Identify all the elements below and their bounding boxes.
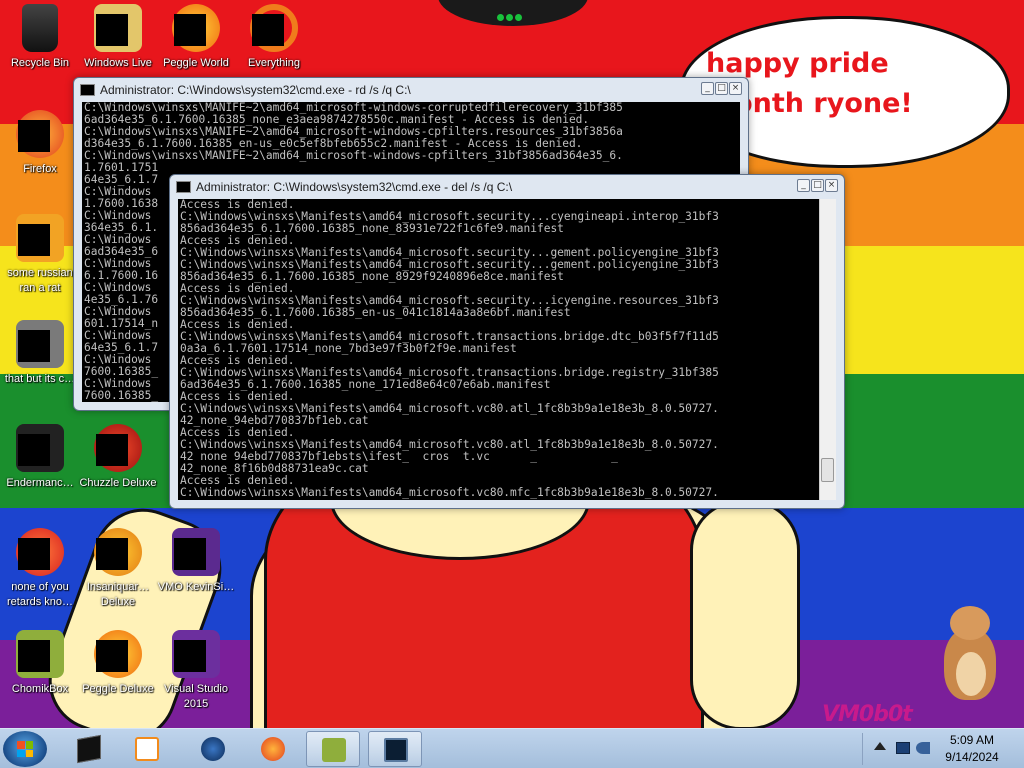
minimize-button[interactable]: _	[797, 179, 810, 192]
desktop-icon-everything[interactable]: Everything	[234, 4, 314, 71]
hamster-icon	[938, 606, 1002, 706]
taskbar-console-button[interactable]	[368, 731, 422, 767]
desktop-icon-vmo-kevinsi[interactable]: VMO KevinSi…	[156, 528, 236, 595]
desktop-icon-label: Visual Studio 2015	[163, 683, 228, 710]
globe-icon	[201, 737, 225, 761]
taskbar-chomikbox-button[interactable]	[306, 731, 360, 767]
desktop-icon-label: Windows Live	[84, 57, 152, 69]
console-window-icon	[384, 738, 408, 762]
desktop-icon-label: some russian ran a rat	[7, 267, 73, 294]
desktop-icon-recycle-bin[interactable]: Recycle Bin	[0, 4, 80, 71]
desktop-icon-windows-live[interactable]: Windows Live	[78, 4, 158, 71]
watermark-text: VM0b0t	[822, 702, 913, 727]
taskbar-cmd-button[interactable]	[62, 731, 116, 767]
desktop-icon-label: none of you retards kno…	[6, 581, 74, 608]
windows-logo-icon	[17, 741, 33, 757]
start-button[interactable]	[3, 731, 47, 767]
minimize-button[interactable]: _	[701, 82, 714, 95]
console-icon	[80, 84, 95, 96]
desktop-icon-none-of-you[interactable]: none of you retards kno…	[0, 528, 80, 610]
desktop-icon-label: ChomikBox	[11, 683, 69, 695]
desktop-icon-peggle-deluxe[interactable]: Peggle Deluxe	[78, 630, 158, 697]
desktop-icon-label: Peggle Deluxe	[82, 683, 154, 695]
desktop-icon-label: Everything	[248, 57, 300, 69]
window-title: Administrator: C:\Windows\system32\cmd.e…	[196, 180, 513, 194]
close-button[interactable]: ×	[825, 179, 838, 192]
desktop-icon-firefox[interactable]: Firefox	[0, 110, 80, 177]
desktop-icon-label: VMO KevinSi…	[157, 581, 235, 593]
taskbar-globe-button[interactable]	[186, 731, 240, 767]
window-title: Administrator: C:\Windows\system32\cmd.e…	[100, 83, 411, 97]
taskbar-firefox-button[interactable]	[246, 731, 300, 767]
console-text: Access is denied. C:\Windows\winsxs\Mani…	[180, 199, 719, 499]
wallpaper-dots	[497, 6, 527, 21]
cmd-window-del[interactable]: Administrator: C:\Windows\system32\cmd.e…	[169, 174, 845, 509]
clock-time: 5:09 AM	[949, 733, 995, 747]
window-titlebar[interactable]: Administrator: C:\Windows\system32\cmd.e…	[74, 78, 748, 102]
chomikbox-icon	[322, 738, 346, 762]
taskbar-clock[interactable]: 5:09 AM 9/14/2024	[928, 732, 1016, 766]
desktop-icon-chomikbox[interactable]: ChomikBox	[0, 630, 80, 697]
console-output[interactable]: Access is denied. C:\Windows\winsxs\Mani…	[178, 199, 836, 500]
desktop-icon-label: that but its c…	[4, 373, 76, 385]
cmd-icon	[77, 734, 101, 764]
show-hidden-icons-icon[interactable]	[874, 742, 886, 750]
desktop-icon-insaniquarium[interactable]: Insaniquar… Deluxe	[78, 528, 158, 610]
taskbar-media-player-button[interactable]	[120, 731, 174, 767]
desktop-icon-label: Firefox	[23, 163, 57, 175]
console-scrollbar[interactable]	[819, 199, 836, 500]
speech-bubble-text: happy pride month ryone!	[706, 48, 913, 119]
console-icon	[176, 181, 191, 193]
maximize-button[interactable]: □	[811, 179, 824, 192]
desktop-icon-label: Insaniquar… Deluxe	[86, 581, 150, 608]
desktop-icon-some-russian[interactable]: some russian ran a rat	[0, 214, 80, 296]
firefox-icon	[261, 737, 285, 761]
desktop-icon-label: Chuzzle Deluxe	[79, 477, 157, 489]
network-icon[interactable]	[896, 742, 910, 754]
desktop-icon-label: Peggle World	[163, 57, 229, 69]
desktop-icon-that-but-its[interactable]: that but its c…	[0, 320, 80, 387]
desktop-icon-label: Endermanc…	[6, 477, 74, 489]
media-player-icon	[135, 737, 159, 761]
window-titlebar[interactable]: Administrator: C:\Windows\system32\cmd.e…	[170, 175, 844, 199]
clock-date: 9/14/2024	[945, 750, 999, 764]
scrollbar-thumb[interactable]	[821, 458, 834, 482]
desktop-icon-peggle-world[interactable]: Peggle World	[156, 4, 236, 71]
desktop-icon-label: Recycle Bin	[10, 57, 70, 69]
desktop-icon-visual-studio[interactable]: Visual Studio 2015	[156, 630, 236, 712]
maximize-button[interactable]: □	[715, 82, 728, 95]
taskbar: 5:09 AM 9/14/2024	[0, 728, 1024, 768]
desktop: happy pride month ryone! VM0b0t Recycle …	[0, 0, 1024, 728]
desktop-icon-chuzzle-deluxe[interactable]: Chuzzle Deluxe	[78, 424, 158, 491]
drawing-arm-right	[690, 500, 800, 728]
desktop-icon-endermanch[interactable]: Endermanc…	[0, 424, 80, 491]
close-button[interactable]: ×	[729, 82, 742, 95]
